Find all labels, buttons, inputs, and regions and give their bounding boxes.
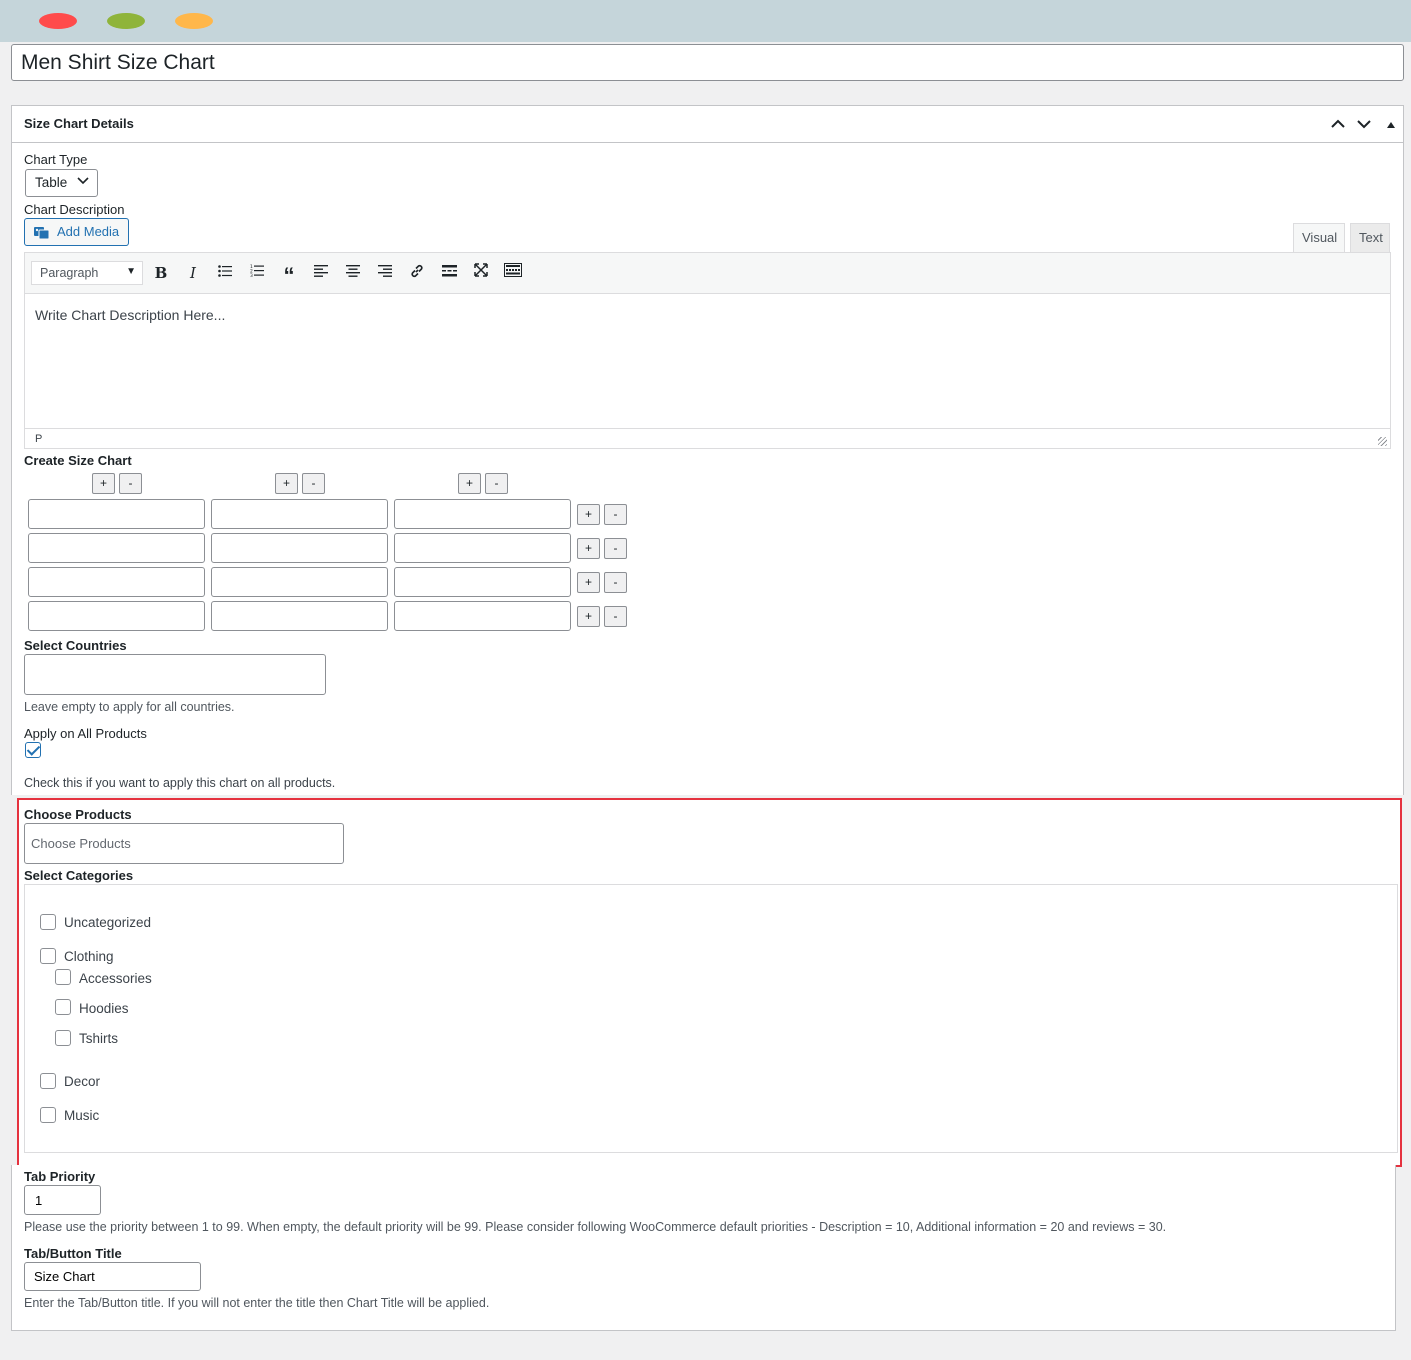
tab-text[interactable]: Text bbox=[1350, 223, 1390, 252]
align-center-icon[interactable] bbox=[343, 263, 363, 283]
category-checkbox[interactable] bbox=[55, 969, 71, 985]
chart-description-label: Chart Description bbox=[24, 202, 125, 217]
create-size-chart-label: Create Size Chart bbox=[24, 453, 132, 468]
size-chart-cell[interactable] bbox=[28, 601, 205, 631]
categories-list bbox=[24, 884, 1398, 1153]
editor-path: P bbox=[25, 428, 1390, 449]
size-chart-cell[interactable] bbox=[211, 499, 388, 529]
category-label: Decor bbox=[64, 1074, 101, 1089]
editor-toolbar: Paragraph ▼ B I 123 “ bbox=[25, 253, 1390, 294]
category-checkbox[interactable] bbox=[40, 1073, 56, 1089]
remove-row-button[interactable]: - bbox=[604, 504, 627, 525]
category-label: Clothing bbox=[64, 949, 114, 964]
chevron-down-icon[interactable] bbox=[1354, 115, 1374, 133]
select-countries-label: Select Countries bbox=[24, 638, 127, 653]
remove-column-button[interactable]: - bbox=[485, 473, 508, 494]
category-checkbox[interactable] bbox=[55, 999, 71, 1015]
format-select[interactable]: Paragraph ▼ bbox=[31, 261, 143, 285]
chart-type-value: Table bbox=[35, 175, 68, 190]
triangle-up-icon[interactable] bbox=[1381, 115, 1401, 133]
tab-visual[interactable]: Visual bbox=[1293, 223, 1345, 252]
chart-description-editor: Paragraph ▼ B I 123 “ Write Chart Descri… bbox=[24, 252, 1391, 449]
add-media-label: Add Media bbox=[57, 224, 120, 239]
add-column-button[interactable]: + bbox=[458, 473, 481, 494]
size-chart-cell[interactable] bbox=[28, 499, 205, 529]
link-icon[interactable] bbox=[407, 263, 427, 283]
bold-icon[interactable]: B bbox=[151, 263, 171, 283]
add-column-button[interactable]: + bbox=[92, 473, 115, 494]
numbered-list-icon[interactable]: 123 bbox=[247, 263, 267, 283]
choose-products-label: Choose Products bbox=[24, 807, 132, 822]
remove-row-button[interactable]: - bbox=[604, 538, 627, 559]
minimize-window-button[interactable] bbox=[107, 13, 145, 29]
metabox-header: Size Chart Details bbox=[12, 106, 1403, 143]
close-window-button[interactable] bbox=[39, 13, 77, 29]
align-left-icon[interactable] bbox=[311, 263, 331, 283]
category-label: Uncategorized bbox=[64, 915, 152, 930]
add-row-button[interactable]: + bbox=[577, 606, 600, 627]
metabox-title: Size Chart Details bbox=[24, 116, 134, 131]
add-media-button[interactable]: Add Media bbox=[24, 218, 129, 246]
add-row-button[interactable]: + bbox=[577, 504, 600, 525]
category-checkbox[interactable] bbox=[40, 948, 56, 964]
remove-column-button[interactable]: - bbox=[119, 473, 142, 494]
select-categories-label: Select Categories bbox=[24, 868, 134, 883]
svg-text:3: 3 bbox=[250, 273, 253, 277]
category-label: Hoodies bbox=[79, 1001, 129, 1016]
tab-priority-help-text: Please use the priority between 1 to 99.… bbox=[24, 1220, 1167, 1234]
add-column-button[interactable]: + bbox=[275, 473, 298, 494]
tab-priority-label: Tab Priority bbox=[24, 1169, 96, 1184]
size-chart-cell[interactable] bbox=[394, 499, 571, 529]
media-icon bbox=[34, 225, 50, 240]
category-label: Tshirts bbox=[79, 1031, 119, 1046]
italic-icon[interactable]: I bbox=[183, 263, 203, 283]
category-checkbox[interactable] bbox=[55, 1030, 71, 1046]
size-chart-cell[interactable] bbox=[28, 533, 205, 563]
category-label: Music bbox=[64, 1108, 100, 1123]
bullet-list-icon[interactable] bbox=[215, 263, 235, 283]
add-row-button[interactable]: + bbox=[577, 572, 600, 593]
size-chart-cell[interactable] bbox=[211, 533, 388, 563]
tab-title-help-text: Enter the Tab/Button title. If you will … bbox=[24, 1296, 490, 1310]
triangle-down-icon: ▼ bbox=[126, 266, 136, 277]
category-label: Accessories bbox=[79, 971, 152, 986]
align-right-icon[interactable] bbox=[375, 263, 395, 283]
size-chart-cell[interactable] bbox=[394, 567, 571, 597]
size-chart-cell[interactable] bbox=[394, 601, 571, 631]
chevron-down-icon bbox=[77, 174, 89, 188]
chart-type-select[interactable]: Table bbox=[25, 169, 98, 197]
remove-row-button[interactable]: - bbox=[604, 606, 627, 627]
chevron-up-icon[interactable] bbox=[1328, 115, 1348, 133]
countries-help-text: Leave empty to apply for all countries. bbox=[24, 700, 235, 714]
remove-row-button[interactable]: - bbox=[604, 572, 627, 593]
countries-select[interactable] bbox=[24, 654, 326, 695]
remove-column-button[interactable]: - bbox=[302, 473, 325, 494]
choose-products-input[interactable]: Choose Products bbox=[24, 823, 344, 864]
apply-all-checkbox[interactable] bbox=[25, 742, 41, 758]
size-chart-cell[interactable] bbox=[28, 567, 205, 597]
chart-type-label: Chart Type bbox=[24, 152, 88, 167]
window-titlebar bbox=[0, 0, 1411, 42]
add-row-button[interactable]: + bbox=[577, 538, 600, 559]
fullscreen-icon[interactable] bbox=[471, 263, 491, 283]
tab-priority-input[interactable] bbox=[24, 1185, 101, 1215]
category-checkbox[interactable] bbox=[40, 914, 56, 930]
blockquote-icon[interactable]: “ bbox=[279, 263, 299, 288]
apply-all-label: Apply on All Products bbox=[24, 726, 147, 741]
read-more-icon[interactable] bbox=[439, 263, 459, 283]
editor-content[interactable]: Write Chart Description Here... bbox=[35, 307, 225, 323]
format-select-value: Paragraph bbox=[40, 266, 99, 280]
resize-handle-icon[interactable] bbox=[1378, 437, 1387, 446]
size-chart-cell[interactable] bbox=[211, 601, 388, 631]
tab-title-input[interactable] bbox=[24, 1262, 201, 1291]
post-title-input[interactable]: Men Shirt Size Chart bbox=[11, 44, 1404, 81]
size-chart-cell[interactable] bbox=[394, 533, 571, 563]
toolbar-toggle-icon[interactable] bbox=[503, 263, 523, 283]
size-chart-cell[interactable] bbox=[211, 567, 388, 597]
apply-all-help-text: Check this if you want to apply this cha… bbox=[24, 776, 336, 790]
category-checkbox[interactable] bbox=[40, 1107, 56, 1123]
editor-path-label: P bbox=[35, 433, 43, 445]
maximize-window-button[interactable] bbox=[175, 13, 213, 29]
tab-title-label: Tab/Button Title bbox=[24, 1246, 122, 1261]
